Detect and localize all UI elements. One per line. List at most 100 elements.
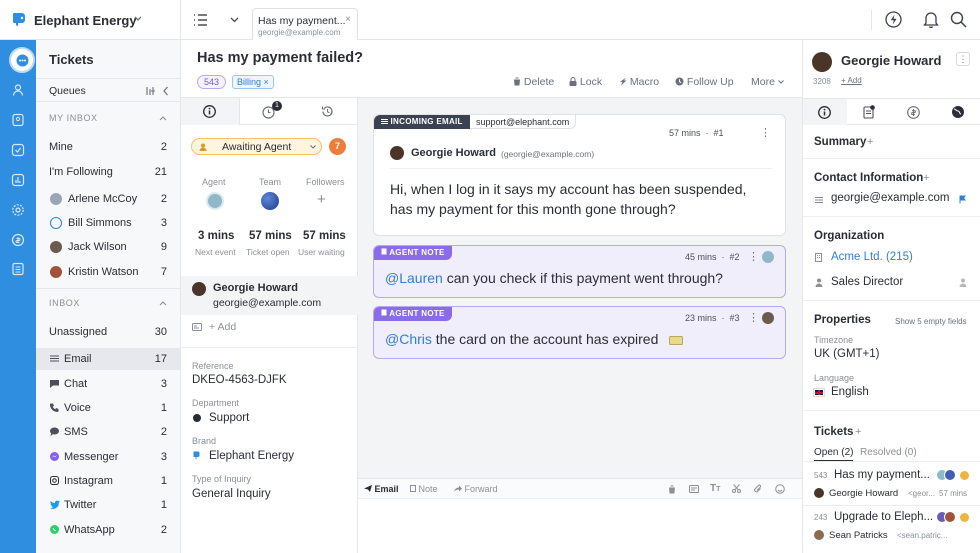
add-follower-button[interactable]: + [317,191,326,208]
sidebar-item-unassigned[interactable]: Unassigned 30 [36,321,181,343]
sidebar-item-chat[interactable]: Chat 3 [36,373,181,395]
attachment-icon[interactable] [754,484,762,494]
add-contact-button[interactable]: + Add [209,321,236,333]
show-empty-fields-link[interactable]: Show 5 empty fields [895,317,967,326]
tab-open-tickets[interactable]: Open (2) [814,447,854,461]
delete-button[interactable]: Delete [513,76,554,88]
brand-label: Brand [192,436,217,446]
organization-link[interactable]: Acme Ltd. (215) [831,251,913,263]
tab-note[interactable]: Note [410,484,438,494]
tab-resolved-tickets[interactable]: Resolved (0) [860,447,917,458]
tab-history[interactable] [299,98,358,125]
chevron-down-icon[interactable] [134,16,142,22]
more-button[interactable]: More [751,76,784,88]
tab-integrations[interactable] [935,99,980,125]
lock-button[interactable]: Lock [569,76,602,88]
status-dropdown[interactable]: Awaiting Agent [191,138,322,155]
text-format-icon[interactable]: TT [710,483,720,494]
trash-icon[interactable] [668,485,676,494]
scissors-icon[interactable] [732,484,741,493]
team-avatar[interactable] [261,192,279,210]
contact-email[interactable]: georgie@example.com [831,192,949,204]
mention[interactable]: @Lauren [385,270,443,286]
chevron-left-icon[interactable] [162,86,169,96]
contacts-icon[interactable] [11,113,25,127]
chevron-up-icon[interactable] [159,300,167,306]
kebab-menu-icon[interactable]: ⋮ [760,126,771,139]
brand-value[interactable]: Elephant Energy [209,450,294,462]
chevron-down-icon[interactable] [230,17,239,23]
divider [803,410,980,411]
lightning-icon[interactable] [885,11,902,28]
sidebar-item-count: 2 [160,524,167,536]
user-icon[interactable] [11,83,25,97]
sidebar-item-voice[interactable]: Voice 1 [36,397,181,419]
reports-icon[interactable] [11,173,25,187]
mention[interactable]: @Chris [385,331,432,347]
sidebar-item-following[interactable]: I'm Following 21 [36,161,181,183]
list-icon[interactable] [193,14,208,26]
sort-icon[interactable] [145,86,156,96]
ticket-list-item[interactable]: 243 Upgrade to Eleph... Sean Patricks <s… [803,506,980,546]
sidebar-item-bill-simmons[interactable]: Bill Simmons 3 [36,212,181,234]
ticket-list-item[interactable]: 543 Has my payment... Georgie Howard <ge… [803,464,980,504]
tasks-icon[interactable] [11,143,25,157]
tab-info[interactable] [803,99,847,125]
note-tag-label: AGENT NOTE [389,248,445,257]
knowledge-icon[interactable] [11,262,25,276]
settings-icon[interactable] [11,203,25,217]
sidebar-title: Tickets [49,52,94,67]
tab-email[interactable]: Email [364,484,399,494]
follow-up-button[interactable]: Follow Up [675,76,734,88]
chevron-up-icon[interactable] [159,115,167,121]
reply-composer[interactable]: Email Note Forward TT [358,478,802,553]
kebab-menu-icon[interactable]: ⋮ [748,250,759,263]
sidebar-item-sms[interactable]: SMS 2 [36,421,181,443]
department-label: Department [192,398,240,408]
sidebar-item-jack-wilson[interactable]: Jack Wilson 9 [36,236,181,258]
sidebar-item-whatsapp[interactable]: WhatsApp 2 [36,519,181,541]
macro-button[interactable]: Macro [619,76,659,88]
contact-tabs [803,98,980,125]
stat-next-event-value: 3 mins [198,230,235,242]
tab-info[interactable] [181,98,240,125]
sidebar-item-twitter[interactable]: Twitter 1 [36,494,181,516]
add-button[interactable]: + Add [841,76,862,85]
sidebar-item-instagram[interactable]: Instagram 1 [36,470,181,492]
sidebar-item-mine[interactable]: Mine 2 [36,136,181,158]
conversation-thread: INCOMING EMAIL support@elephant.com 57 m… [358,98,802,553]
sidebar-item-email[interactable]: Email 17 [36,348,181,370]
tab-forward[interactable]: Forward [454,484,498,494]
agent-avatar[interactable] [206,192,224,210]
bell-icon[interactable] [923,11,939,28]
sidebar-item-messenger[interactable]: Messenger 3 [36,446,181,468]
queues-header[interactable]: Queues [36,78,181,102]
template-icon[interactable] [689,485,699,493]
billing-tag[interactable]: Billing × [232,75,274,89]
forward-icon [454,485,462,492]
tab-billing[interactable] [891,99,935,125]
kebab-menu-icon[interactable]: ⋮ [748,311,759,324]
tag-remove-icon[interactable]: × [264,77,269,87]
ticket-tab[interactable]: Has my payment... × georgie@example.com [252,8,358,40]
email-icon [50,355,59,362]
sidebar-item-kristin-watson[interactable]: Kristin Watson 7 [36,261,181,283]
inquiry-value[interactable]: General Inquiry [192,488,271,500]
add-contact-info-icon[interactable]: + [923,172,929,184]
summary-label[interactable]: Summary [814,136,866,148]
tab-tickets[interactable] [847,99,891,125]
close-icon[interactable]: × [345,14,351,25]
department-value[interactable]: Support [209,412,249,424]
emoji-icon[interactable] [775,484,785,494]
contact-card[interactable]: Georgie Howard georgie@example.com [181,276,358,315]
billing-icon[interactable] [11,233,25,247]
sidebar-item-arlene-mccoy[interactable]: Arlene McCoy 2 [36,188,181,210]
contact-menu-button[interactable]: ⋮ [956,52,970,66]
add-summary-icon[interactable]: + [867,136,873,148]
brand-name[interactable]: Elephant Energy [34,13,137,28]
search-icon[interactable] [950,11,967,28]
tickets-app-icon[interactable] [9,47,35,73]
add-ticket-icon[interactable]: + [855,426,861,438]
trash-icon [513,77,521,86]
tab-sla[interactable]: 1 [240,98,299,125]
